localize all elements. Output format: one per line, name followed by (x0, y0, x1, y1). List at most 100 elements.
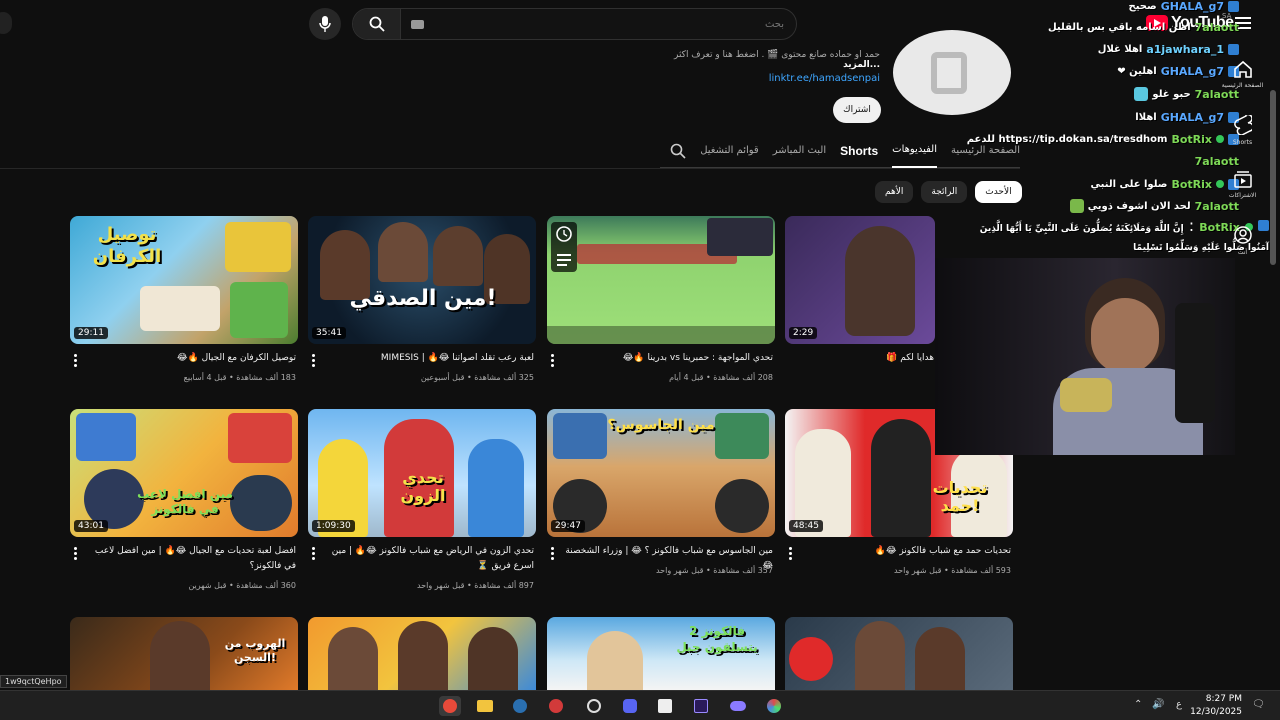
obs-icon[interactable] (583, 696, 605, 716)
app-icon-red[interactable] (545, 696, 567, 716)
video-title[interactable]: توصيل الكرفان مع الجيال 🔥😂 (84, 351, 296, 366)
video-title[interactable]: هدايا لكم 🎁 (799, 351, 934, 366)
more-options-icon[interactable] (551, 354, 555, 368)
thumbnail-text: تحدي الزون (400, 468, 446, 505)
video-meta: 593 ألف مشاهدة • قبل شهر واحد (893, 566, 1011, 575)
video-meta: 897 ألف مشاهدة • قبل شهر واحد (416, 581, 534, 590)
chat-message: صحيح GHALA_g7 (1129, 0, 1239, 17)
thumbnail-person-1 (150, 621, 210, 690)
tray-chevron-icon[interactable]: ⌃ (1134, 699, 1142, 710)
video-title[interactable]: افضل لعبة تحديات مع الجيال 😂🔥 | مين افضل… (84, 544, 296, 574)
shorts-icon (1233, 115, 1252, 135)
tabs-divider (0, 168, 1020, 169)
thumbnail-text: مين الصدقي! (349, 286, 497, 311)
notification-icon[interactable]: 🗨 (1252, 699, 1265, 710)
search-input[interactable] (424, 18, 796, 30)
thumbnail-person-2 (871, 419, 931, 537)
more-options-icon[interactable] (312, 354, 316, 368)
rail-you[interactable]: أنت (1220, 225, 1265, 256)
video-duration: 29:11 (74, 327, 108, 339)
more-options-icon[interactable] (312, 547, 316, 561)
video-thumbnail[interactable] (785, 617, 1013, 690)
video-duration: 1:09:30 (312, 520, 355, 532)
chat-message: لحد الان اشوف ذويي 7alaott (1069, 195, 1239, 217)
premiere-icon[interactable] (690, 696, 712, 716)
live-chat-overlay: صحيح GHALA_g7 اظن اسامه باقي بس بالقليل 7a… (964, 0, 1269, 253)
tab-shorts[interactable]: Shorts (840, 134, 878, 168)
input-language[interactable]: ع (1176, 699, 1182, 710)
thumbnail-text: فالكونز 2 يتسلقون جبل (676, 624, 758, 654)
chip-popular[interactable]: الأهم (875, 181, 914, 203)
davinci-icon[interactable] (763, 696, 785, 716)
subscribe-button[interactable]: اشتراك (833, 97, 881, 123)
channel-search-icon[interactable] (670, 143, 686, 159)
video-thumbnail[interactable] (547, 216, 775, 344)
thumbnail-face-1 (553, 413, 607, 459)
video-thumbnail[interactable]: تحدي الزون 1:09:30 (308, 409, 536, 537)
more-options-icon[interactable] (74, 547, 78, 561)
description-more[interactable]: ...المزيد (843, 60, 880, 70)
video-title[interactable]: لعبة رعب تقلد اصواتنا 😂🔥 | MIMESIS (322, 351, 534, 366)
app-root: YouTube SA حمد او حماده صانع محتوى 🎬 . ا… (0, 0, 1280, 720)
volume-icon[interactable]: 🔊 (1152, 699, 1164, 710)
thumbnail-facecam (707, 218, 773, 256)
rail-shorts[interactable]: Shorts (1220, 115, 1265, 146)
more-options-icon[interactable] (74, 354, 78, 368)
game-controller-icon[interactable] (727, 696, 749, 716)
file-explorer-icon[interactable] (474, 696, 496, 716)
video-title[interactable]: تحديات حمد مع شباب فالكونز 😂🔥 (799, 544, 1011, 559)
sidebar-toggle-stub[interactable] (0, 12, 12, 34)
thumbnail-text: مين الجاسوس؟ (607, 417, 715, 433)
rail-subscriptions[interactable]: الاشتراكات (1220, 170, 1265, 199)
video-thumbnail[interactable]: مين افضل لاعب في فالكونز 43:01 (70, 409, 298, 537)
keyboard-icon[interactable] (411, 19, 424, 29)
video-title[interactable]: تحدي المواجهة : حمبرينا vs بدرينا 🔥😂 (561, 351, 773, 366)
user-icon (1233, 226, 1252, 244)
tab-playlists[interactable]: قوائم التشغيل (700, 134, 759, 168)
more-options-icon[interactable] (789, 547, 793, 561)
video-thumbnail[interactable]: توصيل الكرفان 29:11 (70, 216, 298, 344)
video-thumbnail[interactable]: مين الصدقي! 35:41 (308, 216, 536, 344)
video-meta: 325 ألف مشاهدة • قبل أسبوعين (420, 373, 534, 382)
page-scrollbar[interactable] (1270, 90, 1276, 265)
more-options-icon[interactable] (551, 547, 555, 561)
video-meta: 360 ألف مشاهدة • قبل شهرين (188, 581, 296, 590)
steam-icon[interactable] (509, 696, 531, 716)
thumbnail-face-1 (225, 222, 291, 272)
thumbnail-person-2 (915, 627, 965, 690)
tab-videos[interactable]: الفيديوهات (892, 134, 937, 168)
system-clock[interactable]: 8:27 PM 12/30/2025 (1190, 693, 1242, 719)
microphone-icon (319, 16, 331, 32)
video-title[interactable]: تحدي الزون في الرياض مع شباب فالكونز 😂🔥 … (322, 544, 534, 574)
webcam-face (1091, 298, 1159, 374)
video-meta: 208 ألف مشاهدة • قبل 4 أيام (669, 373, 773, 382)
thumbnail-scorebar (547, 326, 775, 344)
watch-later-icon[interactable] (551, 222, 577, 272)
video-thumbnail[interactable]: الهروب من السجن! (70, 617, 298, 690)
chat-message: صلوا على النبي BotRix (1091, 173, 1239, 195)
video-thumbnail[interactable]: مين الجاسوس؟ 29:47 (547, 409, 775, 537)
voice-search-button[interactable] (309, 8, 341, 40)
discord-icon[interactable] (619, 696, 641, 716)
thumbnail-person-1 (587, 631, 643, 690)
search-button[interactable] (353, 9, 401, 39)
rail-home[interactable]: الصفحة الرئيسية (1220, 60, 1265, 89)
notion-icon[interactable] (654, 696, 676, 716)
subscriptions-icon (1233, 171, 1252, 188)
thumbnail-text: الهروب من السجن! (224, 637, 286, 664)
tab-live[interactable]: البث المباشر (773, 134, 826, 168)
video-thumbnail[interactable] (308, 617, 536, 690)
browser-taskbar-icon[interactable] (439, 696, 461, 716)
thumbnail-face-4 (715, 479, 769, 533)
search-icon (369, 16, 385, 32)
twitch-icon (1228, 43, 1239, 55)
channel-description[interactable]: حمد او حماده صانع محتوى 🎬 . اضغط هنا و ت… (640, 50, 880, 70)
video-thumbnail[interactable]: فالكونز 2 يتسلقون جبل (547, 617, 775, 690)
search-bar (352, 8, 797, 40)
channel-link[interactable]: linktr.ee/hamadsenpai (760, 73, 880, 84)
thumbnail-text: توصيل الكرفان (92, 224, 162, 267)
emote-icon (1069, 199, 1084, 213)
video-thumbnail[interactable]: 2:29 (785, 216, 935, 344)
windows-taskbar: ⌃ 🔊 ع 8:27 PM 12/30/2025 🗨 (0, 690, 1280, 720)
chip-trending[interactable]: الرائجة (921, 181, 968, 203)
